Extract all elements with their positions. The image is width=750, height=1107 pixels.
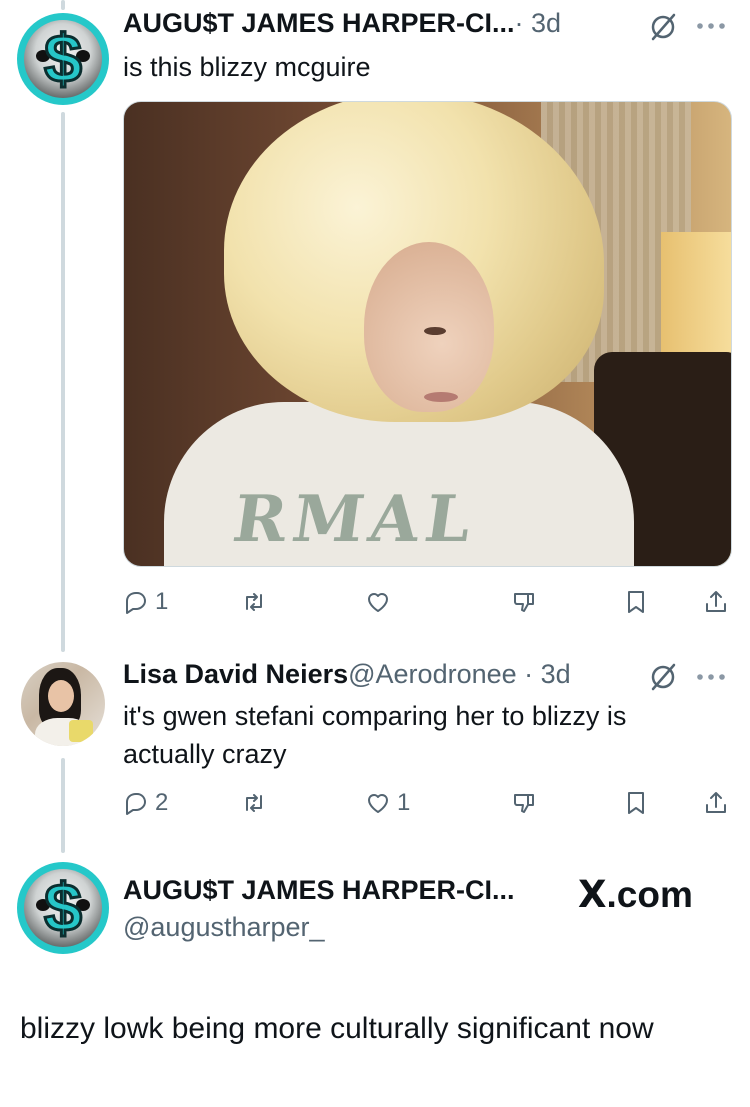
timestamp[interactable]: · 3d bbox=[515, 8, 562, 39]
like-button[interactable]: 1 bbox=[365, 787, 410, 819]
repost-button[interactable] bbox=[241, 787, 273, 819]
share-icon bbox=[706, 792, 726, 813]
action-bar: 1 bbox=[123, 586, 732, 618]
dislike-icon bbox=[514, 794, 534, 813]
reply-button[interactable]: 1 bbox=[123, 586, 168, 618]
bookmark-button[interactable] bbox=[623, 787, 649, 819]
tweet-header: AUGU$T JAMES HARPER-CI... · 3d bbox=[123, 8, 561, 39]
tweet-handle-row: @augustharper_ bbox=[123, 912, 325, 943]
action-bar: 2 1 bbox=[123, 787, 732, 819]
bookmark-button[interactable] bbox=[623, 586, 649, 618]
avatar-image: $ bbox=[24, 20, 102, 98]
dislike-button[interactable] bbox=[511, 787, 537, 819]
reply-icon bbox=[126, 592, 146, 614]
grok-icon[interactable] bbox=[648, 662, 678, 692]
repost-icon bbox=[246, 794, 262, 812]
like-button[interactable] bbox=[365, 586, 397, 618]
heart-icon bbox=[368, 593, 388, 612]
tweet-text: it's gwen stefani comparing her to blizz… bbox=[123, 701, 627, 769]
dislike-button[interactable] bbox=[511, 586, 537, 618]
author-name[interactable]: Lisa David Neiers bbox=[123, 659, 348, 690]
reply-count: 1 bbox=[155, 588, 169, 615]
share-icon bbox=[706, 591, 726, 612]
thread-line bbox=[61, 0, 65, 10]
avatar[interactable]: $ bbox=[17, 13, 109, 105]
tweet-header: AUGU$T JAMES HARPER-CI... bbox=[123, 875, 515, 906]
thread-page: $ AUGU$T JAMES HARPER-CI... · 3d is this… bbox=[0, 0, 750, 1107]
grok-icon[interactable] bbox=[648, 12, 678, 42]
heart-icon bbox=[368, 794, 388, 813]
repost-button[interactable] bbox=[241, 586, 273, 618]
more-icon[interactable] bbox=[696, 673, 726, 681]
x-logo-icon: X bbox=[578, 873, 607, 916]
author-name[interactable]: AUGU$T JAMES HARPER-CI... bbox=[123, 8, 515, 39]
avatar[interactable]: $ bbox=[17, 862, 109, 954]
share-button[interactable] bbox=[703, 586, 729, 618]
share-button[interactable] bbox=[703, 787, 729, 819]
thread-line bbox=[61, 758, 65, 853]
avatar[interactable] bbox=[21, 662, 105, 746]
reply-icon bbox=[126, 793, 146, 815]
dislike-icon bbox=[514, 593, 534, 612]
reply-button[interactable]: 2 bbox=[123, 787, 168, 819]
bookmark-icon bbox=[628, 591, 644, 613]
like-count: 1 bbox=[397, 789, 411, 816]
tweet-text: blizzy lowk being more culturally signif… bbox=[20, 1012, 654, 1045]
more-icon[interactable] bbox=[696, 22, 726, 30]
x-com-suffix: .com bbox=[606, 874, 693, 915]
avatar-image: $ bbox=[24, 869, 102, 947]
tweet-text: is this blizzy mcguire bbox=[123, 52, 371, 82]
author-handle[interactable]: @augustharper_ bbox=[123, 912, 325, 943]
reply-count: 2 bbox=[155, 789, 169, 816]
thread-line bbox=[61, 112, 65, 652]
repost-icon bbox=[246, 593, 262, 611]
handle-timestamp[interactable]: @Aerodronee · 3d bbox=[348, 659, 571, 690]
tweet-media[interactable]: RMAL bbox=[123, 101, 732, 567]
bookmark-icon bbox=[628, 792, 644, 814]
x-com-logo: X.com bbox=[578, 873, 693, 916]
author-name[interactable]: AUGU$T JAMES HARPER-CI... bbox=[123, 875, 515, 906]
tweet-header: Lisa David Neiers @Aerodronee · 3d bbox=[123, 659, 571, 690]
